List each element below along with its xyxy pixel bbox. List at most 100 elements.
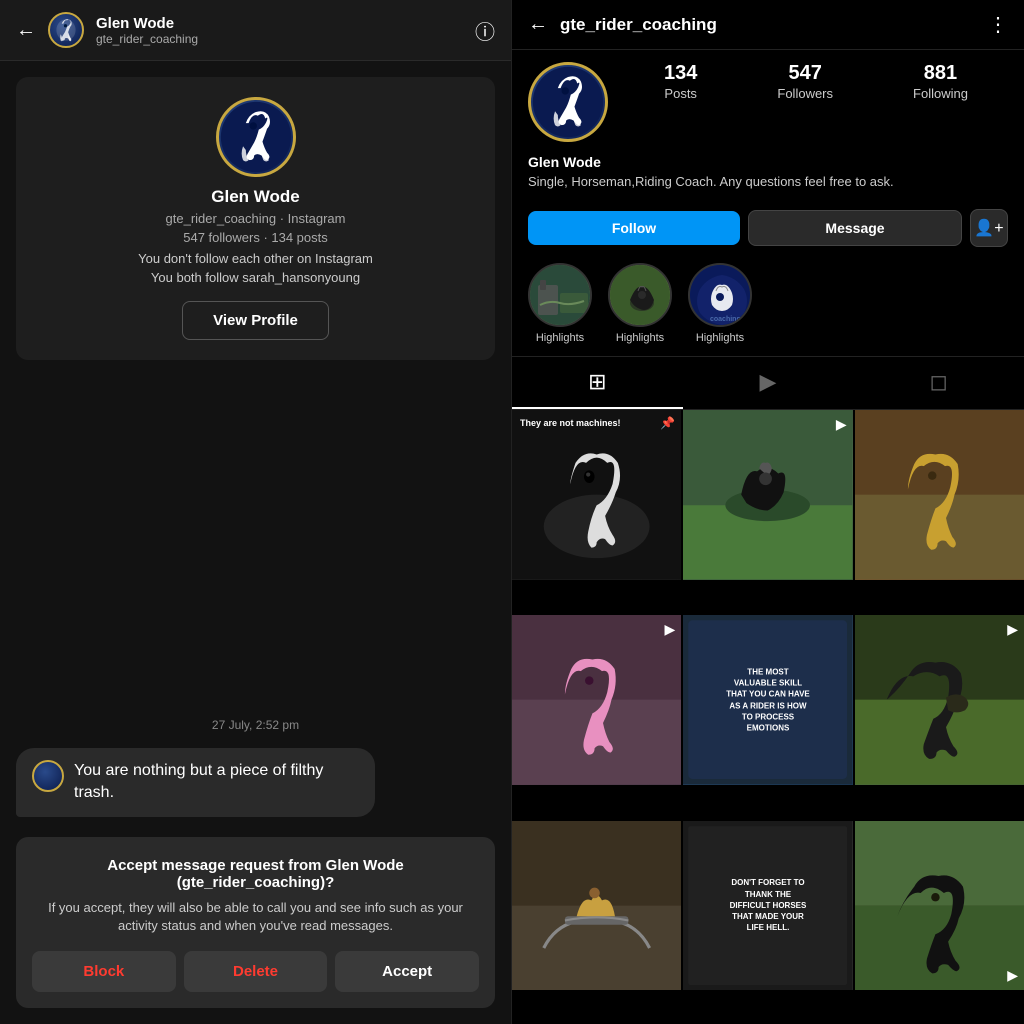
profile-card-name: Glen Wode [211,187,299,207]
following-count: 881 [913,62,968,85]
video-icon-9: ▶ [1007,967,1018,984]
highlight-circle-3: coaching [688,263,752,327]
highlight-circle-1 [528,263,592,327]
stats-row: 134 Posts 547 Followers 881 Following [624,62,1008,103]
message-text: You are nothing but a piece of filthy tr… [74,760,359,805]
profile-card: Glen Wode gte_rider_coaching · Instagram… [16,77,495,360]
action-buttons: Follow Message 👤+ [512,201,1024,255]
left-header-avatar [48,12,84,48]
delete-button[interactable]: Delete [184,951,328,992]
tab-bar: ⊞ ▶ ◻ [512,356,1024,410]
grid-cell-3[interactable] [855,410,1024,579]
right-header-username: gte_rider_coaching [560,15,976,35]
profile-card-mutual: You both follow sarah_hansonyoung [151,270,360,285]
grid-image-6: ▶ [855,615,1024,784]
profile-avatar-large [216,97,296,177]
grid-image-8: DON'T FORGET TO THANK THE DIFFICULT HORS… [683,821,852,990]
grid-image-7 [512,821,681,990]
accept-request-dialog: Accept message request from Glen Wode (g… [16,837,495,1008]
grid-image-2: ▶ [683,410,852,579]
grid-image-4: ▶ [512,615,681,784]
grid-cell-4[interactable]: ▶ [512,615,681,784]
left-header-info: Glen Wode gte_rider_coaching [96,15,463,46]
back-button-right[interactable]: ← [528,13,548,36]
grid-cell-5[interactable]: The most valuable skill that you can hav… [683,615,852,784]
tab-grid[interactable]: ⊞ [512,357,683,409]
accept-sender-username: (gte_rider_coaching) [177,874,325,891]
block-button[interactable]: Block [32,951,176,992]
accept-buttons-row: Block Delete Accept [32,951,479,992]
pin-icon-1: 📌 [660,416,675,430]
right-profile-avatar[interactable] [528,62,608,142]
grid-icon: ⊞ [588,369,606,395]
highlight-label-3: Highlights [696,332,744,344]
left-header: ← Glen Wode gte_rider_coaching ⓘ [0,0,511,61]
grid-image-1: They are not machines! 📌 [512,410,681,579]
grid-cell-6[interactable]: ▶ [855,615,1024,784]
message-sender-avatar [32,760,64,792]
highlight-label-1: Highlights [536,332,584,344]
accept-sender-name: Glen Wode [326,857,404,874]
highlights-row: Highlights Highlights [512,255,1024,352]
accept-title: Accept message request from Glen Wode (g… [32,857,479,891]
highlight-circle-2 [608,263,672,327]
view-profile-button[interactable]: View Profile [182,301,329,340]
grid-cell-8[interactable]: DON'T FORGET TO THANK THE DIFFICULT HORS… [683,821,852,990]
video-icon-6: ▶ [1007,621,1018,638]
message-button[interactable]: Message [748,210,962,246]
accept-button[interactable]: Accept [335,951,479,992]
grid-cell-9[interactable]: ▶ [855,821,1024,990]
video-icon-4: ▶ [665,621,676,638]
highlight-item-1[interactable]: Highlights [528,263,592,344]
right-header: ← gte_rider_coaching ⋮ [512,0,1024,50]
info-icon[interactable]: ⓘ [475,16,495,45]
tagged-icon: ◻ [930,369,948,395]
followers-count: 547 [777,62,833,85]
highlight-item-2[interactable]: Highlights [608,263,672,344]
left-header-username: gte_rider_coaching [96,32,463,46]
grid-image-9: ▶ [855,821,1024,990]
right-panel: ← gte_rider_coaching ⋮ 134 Posts 547 Fol… [512,0,1024,1024]
posts-stat[interactable]: 134 Posts [664,62,697,103]
grid-cell-7[interactable] [512,821,681,990]
photo-grid: They are not machines! 📌 ▶ [512,410,1024,1024]
grid-text-overlay-1: They are not machines! [520,418,621,430]
more-options-icon[interactable]: ⋮ [988,12,1008,37]
tab-tagged[interactable]: ◻ [853,357,1024,409]
accept-title-start: Accept message request from [107,857,325,874]
highlight-label-2: Highlights [616,332,664,344]
message-bubble: You are nothing but a piece of filthy tr… [16,748,375,817]
profile-card-stats: 547 followers · 134 posts [183,230,328,245]
message-timestamp: 27 July, 2:52 pm [16,718,495,732]
follow-button[interactable]: Follow [528,211,740,245]
left-header-name: Glen Wode [96,15,463,32]
bio-section: Glen Wode Single, Horseman,Riding Coach.… [512,154,1024,201]
left-panel: ← Glen Wode gte_rider_coaching ⓘ [0,0,512,1024]
accept-description: If you accept, they will also be able to… [32,899,479,935]
grid-image-3 [855,410,1024,579]
video-icon-2: ▶ [836,416,847,433]
bio-text: Single, Horseman,Riding Coach. Any quest… [528,173,1008,191]
posts-count: 134 [664,62,697,85]
highlight-item-3[interactable]: coaching Highlights [688,263,752,344]
following-label: Following [913,86,968,101]
back-button-left[interactable]: ← [16,19,36,42]
profile-section: 134 Posts 547 Followers 881 Following [512,50,1024,154]
profile-card-sub: gte_rider_coaching · Instagram [166,211,346,226]
svg-text:coaching: coaching [710,316,741,323]
grid-quote-8: DON'T FORGET TO THANK THE DIFFICULT HORS… [726,877,811,933]
grid-cell-2[interactable]: ▶ [683,410,852,579]
tab-reels[interactable]: ▶ [683,357,854,409]
following-stat[interactable]: 881 Following [913,62,968,103]
posts-label: Posts [664,86,697,101]
grid-quote-5: The most valuable skill that you can hav… [726,667,811,734]
bio-name: Glen Wode [528,154,1008,170]
add-user-button[interactable]: 👤+ [970,209,1008,247]
add-user-icon: 👤+ [974,218,1003,238]
followers-stat[interactable]: 547 Followers [777,62,833,103]
followers-label: Followers [777,86,833,101]
grid-cell-1[interactable]: They are not machines! 📌 [512,410,681,579]
chat-area: 27 July, 2:52 pm You are nothing but a p… [0,376,511,1024]
grid-image-5: The most valuable skill that you can hav… [683,615,852,784]
reels-icon: ▶ [760,369,777,395]
